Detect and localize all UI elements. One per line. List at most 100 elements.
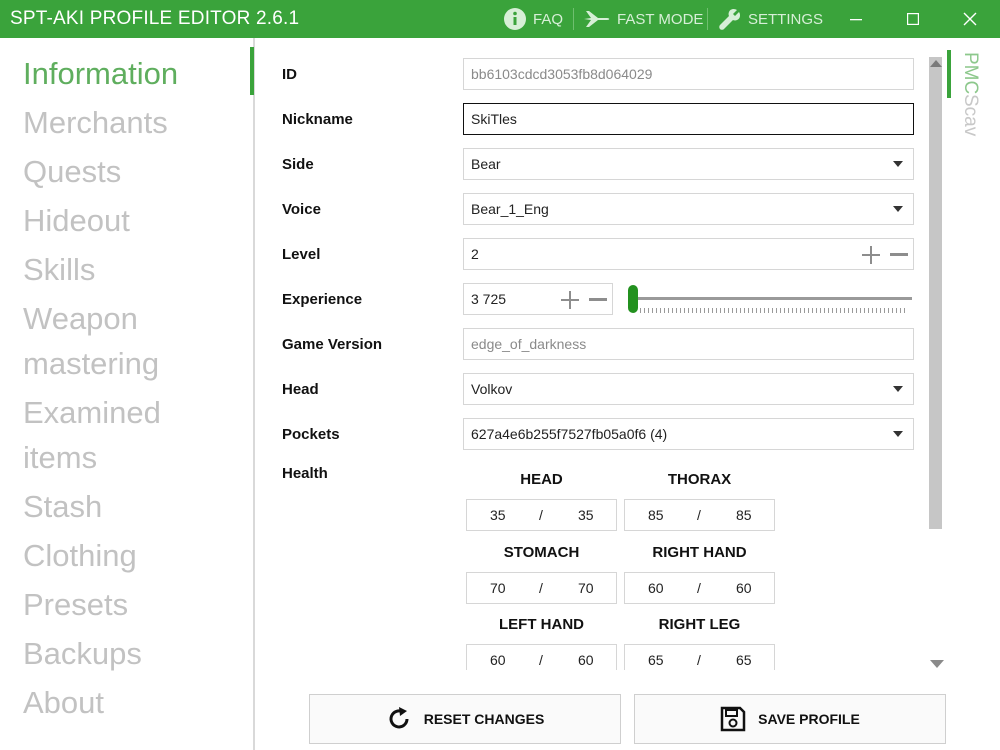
side-value: Bear (471, 156, 501, 172)
nav-active-indicator (250, 47, 254, 95)
health-current: 70 (490, 580, 506, 596)
close-icon (963, 12, 977, 26)
vertical-scrollbar-thumb[interactable] (929, 57, 942, 529)
health-part-title: THORAX (667, 471, 732, 488)
save-profile-label: SAVE PROFILE (758, 711, 860, 727)
health-current: 60 (490, 652, 506, 668)
reset-changes-label: RESET CHANGES (423, 711, 545, 727)
level-stepper[interactable]: 2 (463, 238, 914, 270)
tab-scav[interactable]: Scav (959, 94, 981, 136)
health-max: 60 (736, 580, 752, 596)
chevron-down-icon (893, 161, 903, 167)
voice-label: Voice (282, 201, 321, 218)
nav-item-about[interactable]: About (23, 680, 248, 725)
experience-slider-track[interactable] (632, 297, 912, 300)
experience-label: Experience (282, 291, 363, 308)
level-label: Level (282, 246, 321, 263)
nav-item-backups[interactable]: Backups (23, 631, 248, 676)
health-current: 60 (648, 580, 664, 596)
level-value: 2 (471, 246, 479, 262)
head-select[interactable]: Volkov (463, 373, 914, 405)
chevron-down-icon (893, 431, 903, 437)
health-max: 60 (578, 652, 594, 668)
voice-value: Bear_1_Eng (471, 201, 549, 217)
health-input-head[interactable]: 35 / 35 (466, 499, 617, 531)
nav-item-quests[interactable]: Quests (23, 149, 248, 194)
nav-item-label: mastering (23, 346, 160, 381)
id-field[interactable]: bb6103cdcd3053fb8d064029 (463, 58, 914, 90)
experience-slider-thumb[interactable] (628, 285, 638, 313)
experience-increment-icon[interactable] (561, 291, 579, 309)
voice-select[interactable]: Bear_1_Eng (463, 193, 914, 225)
health-input-right-hand[interactable]: 60 / 60 (624, 572, 775, 604)
health-part-title: HEAD (520, 471, 563, 488)
nav-item-hideout[interactable]: Hideout (23, 198, 248, 243)
nav-item-clothing[interactable]: Clothing (23, 533, 248, 578)
nickname-input[interactable]: SkiTles (463, 103, 914, 135)
side-select[interactable]: Bear (463, 148, 914, 180)
floppy-disk-icon (720, 706, 746, 732)
health-separator: / (697, 652, 701, 668)
nav-item-label: Examined (23, 395, 161, 430)
maximize-icon (907, 13, 919, 25)
health-current: 65 (648, 652, 664, 668)
wrench-icon (719, 8, 741, 30)
settings-label: SETTINGS (748, 10, 824, 28)
nav-item-presets[interactable]: Presets (23, 582, 248, 627)
game-version-field[interactable]: edge_of_darkness (463, 328, 914, 360)
info-icon (504, 8, 526, 30)
scroll-up-icon[interactable] (930, 60, 942, 67)
pockets-value: 627a4e6b255f7527fb05a0f6 (4) (471, 426, 668, 442)
health-max: 35 (578, 507, 594, 523)
health-input-stomach[interactable]: 70 / 70 (466, 572, 617, 604)
airplane-icon (584, 11, 610, 27)
side-tab-indicator (947, 50, 951, 98)
experience-decrement-icon[interactable] (589, 298, 607, 301)
pockets-label: Pockets (282, 426, 340, 443)
health-input-thorax[interactable]: 85 / 85 (624, 499, 775, 531)
health-part-title: LEFT HAND (499, 616, 584, 633)
chevron-down-icon (893, 386, 903, 392)
game-version-label: Game Version (282, 336, 383, 353)
minimize-icon (850, 19, 862, 21)
head-label: Head (282, 381, 319, 398)
nav-item-stash[interactable]: Stash (23, 484, 248, 529)
refresh-icon (389, 707, 409, 729)
fast-mode-label: FAST MODE (617, 10, 704, 28)
nav-sidebar: Information Merchants Quests Hideout Ski… (0, 38, 255, 750)
settings-button[interactable]: SETTINGS (718, 0, 823, 38)
experience-slider-ticks (640, 308, 908, 313)
nav-item-weapon-mastering[interactable]: Weapon mastering (23, 296, 248, 386)
fast-mode-button[interactable]: FAST MODE (583, 0, 703, 38)
health-separator: / (539, 652, 543, 668)
pockets-select[interactable]: 627a4e6b255f7527fb05a0f6 (4) (463, 418, 914, 450)
minimize-button[interactable] (830, 0, 882, 38)
scroll-down-icon[interactable] (930, 660, 944, 668)
nav-item-merchants[interactable]: Merchants (23, 100, 248, 145)
nav-item-skills[interactable]: Skills (23, 247, 248, 292)
faq-label: FAQ (533, 10, 564, 28)
level-decrement-icon[interactable] (890, 253, 908, 256)
health-max: 70 (578, 580, 594, 596)
close-button[interactable] (944, 0, 996, 38)
faq-button[interactable]: FAQ (503, 0, 563, 38)
nav-item-label: Weapon (23, 301, 138, 336)
health-part-title: STOMACH (503, 544, 580, 561)
nav-item-label: items (23, 440, 98, 475)
save-profile-button[interactable]: SAVE PROFILE (634, 694, 946, 744)
health-separator: / (697, 507, 701, 523)
level-increment-icon[interactable] (862, 246, 880, 264)
health-input-left-hand[interactable]: 60 / 60 (466, 644, 617, 670)
maximize-button[interactable] (887, 0, 939, 38)
id-label: ID (282, 66, 297, 83)
reset-changes-button[interactable]: RESET CHANGES (309, 694, 621, 744)
health-max: 65 (736, 652, 752, 668)
health-part-title: RIGHT HAND (652, 544, 747, 561)
health-input-right-leg[interactable]: 65 / 65 (624, 644, 775, 670)
tab-pmc[interactable]: PMC (959, 52, 981, 94)
health-separator: / (539, 507, 543, 523)
app-title: SPT-AKI PROFILE EDITOR 2.6.1 (10, 8, 300, 29)
nav-item-examined-items[interactable]: Examined items (23, 390, 248, 480)
head-value: Volkov (471, 381, 513, 397)
nav-item-information[interactable]: Information (23, 51, 248, 96)
